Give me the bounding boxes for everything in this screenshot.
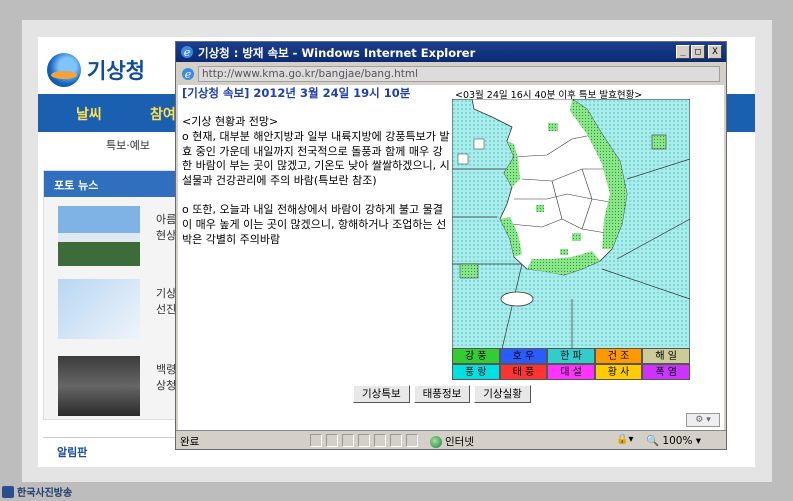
weather-warning-button[interactable]: 기상특보 <box>353 385 410 403</box>
svg-text:e: e <box>185 68 192 81</box>
page-content: [기상청 속보] 2012년 3월 24일 19시 10분 <03월 24일 1… <box>178 85 724 430</box>
nav-item-participate[interactable]: 참여 <box>150 104 176 124</box>
status-pane <box>310 434 322 447</box>
legend-item: 대 설 <box>547 364 595 380</box>
legend-item: 강 풍 <box>452 348 500 364</box>
status-pane <box>406 434 418 447</box>
photo-news-caption[interactable]: 백령 상청 <box>156 361 176 393</box>
info-buttons: 기상특보 태풍정보 기상실황 <box>353 385 531 403</box>
security-zone[interactable]: 인터넷 <box>430 434 474 449</box>
background-subnav[interactable]: 특보·예보 <box>106 137 150 153</box>
legend-item: 한 파 <box>547 348 595 364</box>
kma-logo[interactable]: 기상청 <box>47 53 145 87</box>
jeju-island <box>500 291 534 307</box>
legend-item: 건 조 <box>594 348 643 364</box>
window-title: 기상청 : 방재 속보 - Windows Internet Explorer <box>198 46 476 60</box>
security-zone-label: 인터넷 <box>445 436 474 448</box>
photo-news-title: 포토 뉴스 <box>54 179 99 192</box>
ie-logo-icon: e <box>181 46 193 59</box>
legend-item: 호 우 <box>499 348 548 364</box>
legend-item: 황 사 <box>594 364 643 380</box>
west-sea-island <box>457 153 469 165</box>
protected-mode-icon[interactable]: 🔒▾ <box>616 434 633 445</box>
status-pane <box>358 434 370 447</box>
address-input[interactable]: http://www.kma.go.kr/bangjae/bang.html <box>198 66 720 82</box>
globe-icon <box>430 435 442 448</box>
status-pane <box>390 434 402 447</box>
watermark-text: 한국사진방송 <box>17 488 73 499</box>
svg-text:e: e <box>184 46 191 59</box>
maximize-button[interactable]: □ <box>691 45 705 59</box>
status-pane <box>326 434 338 447</box>
kma-logo-text: 기상청 <box>87 59 145 83</box>
warning-map[interactable] <box>452 99 690 349</box>
west-islands <box>459 263 479 279</box>
typhoon-info-button[interactable]: 태풍정보 <box>413 385 471 403</box>
address-bar: e http://www.kma.go.kr/bangjae/bang.html <box>178 64 724 84</box>
status-bar: 완료 인터넷 🔒▾ 🔍 100% ▾ <box>176 430 726 449</box>
watermark-logo-icon <box>2 485 14 498</box>
bulletin-headline: [기상청 속보] 2012년 3월 24일 19시 10분 <box>182 86 411 100</box>
minimize-button[interactable]: _ <box>676 45 690 59</box>
legend-item: 해 일 <box>642 348 690 364</box>
kma-logo-icon <box>47 53 81 87</box>
photo-news-thumb[interactable] <box>58 206 140 266</box>
bulletin-body: <기상 현황과 전망> o 현재, 대부분 해안지방과 일부 내륙지방에 강풍특… <box>182 115 452 261</box>
window-titlebar[interactable]: e 기상청 : 방재 속보 - Windows Internet Explore… <box>176 42 726 62</box>
watermark: 한국사진방송 <box>2 484 72 499</box>
status-pane <box>342 434 354 447</box>
notice-board-title[interactable]: 알림판 <box>57 444 87 460</box>
legend-item: 풍 랑 <box>452 364 500 380</box>
bulletin-paragraph: o 현재, 대부분 해안지방과 일부 내륙지방에 강풍특보가 발효 중인 가운데… <box>182 129 450 188</box>
warning-legend: 강 풍호 우한 파건 조해 일풍 랑태 풍대 설황 사폭 염 <box>452 348 690 380</box>
zoom-level[interactable]: 🔍 100% ▾ <box>646 434 701 447</box>
page-icon: e <box>182 68 194 81</box>
photo-news-thumb[interactable] <box>58 279 140 339</box>
page-zoom-icon[interactable]: ⚙ ▾ <box>686 413 720 427</box>
photo-news-thumb[interactable] <box>58 356 140 416</box>
legend-item: 폭 염 <box>642 364 690 380</box>
weather-observation-button[interactable]: 기상실황 <box>474 385 531 403</box>
ulleung-island <box>651 134 667 150</box>
zoom-value: 100% <box>662 435 693 447</box>
legend-row: 풍 랑태 풍대 설황 사폭 염 <box>452 364 690 380</box>
status-pane <box>374 434 386 447</box>
ie-popup-window: e 기상청 : 방재 속보 - Windows Internet Explore… <box>175 41 727 450</box>
west-sea-island <box>473 138 485 150</box>
status-text: 완료 <box>180 436 200 448</box>
close-button[interactable]: X <box>708 45 722 59</box>
bulletin-section-title: <기상 현황과 전망> <box>182 115 279 128</box>
photo-news-caption[interactable]: 기상 선진 <box>156 285 176 317</box>
bulletin-paragraph: o 또한, 오늘과 내일 전해상에서 바람이 강하게 불고 물결이 매우 높게 … <box>182 202 447 246</box>
nav-item-weather[interactable]: 날씨 <box>76 104 102 124</box>
legend-item: 태 풍 <box>499 364 548 380</box>
legend-row: 강 풍호 우한 파건 조해 일 <box>452 348 690 364</box>
